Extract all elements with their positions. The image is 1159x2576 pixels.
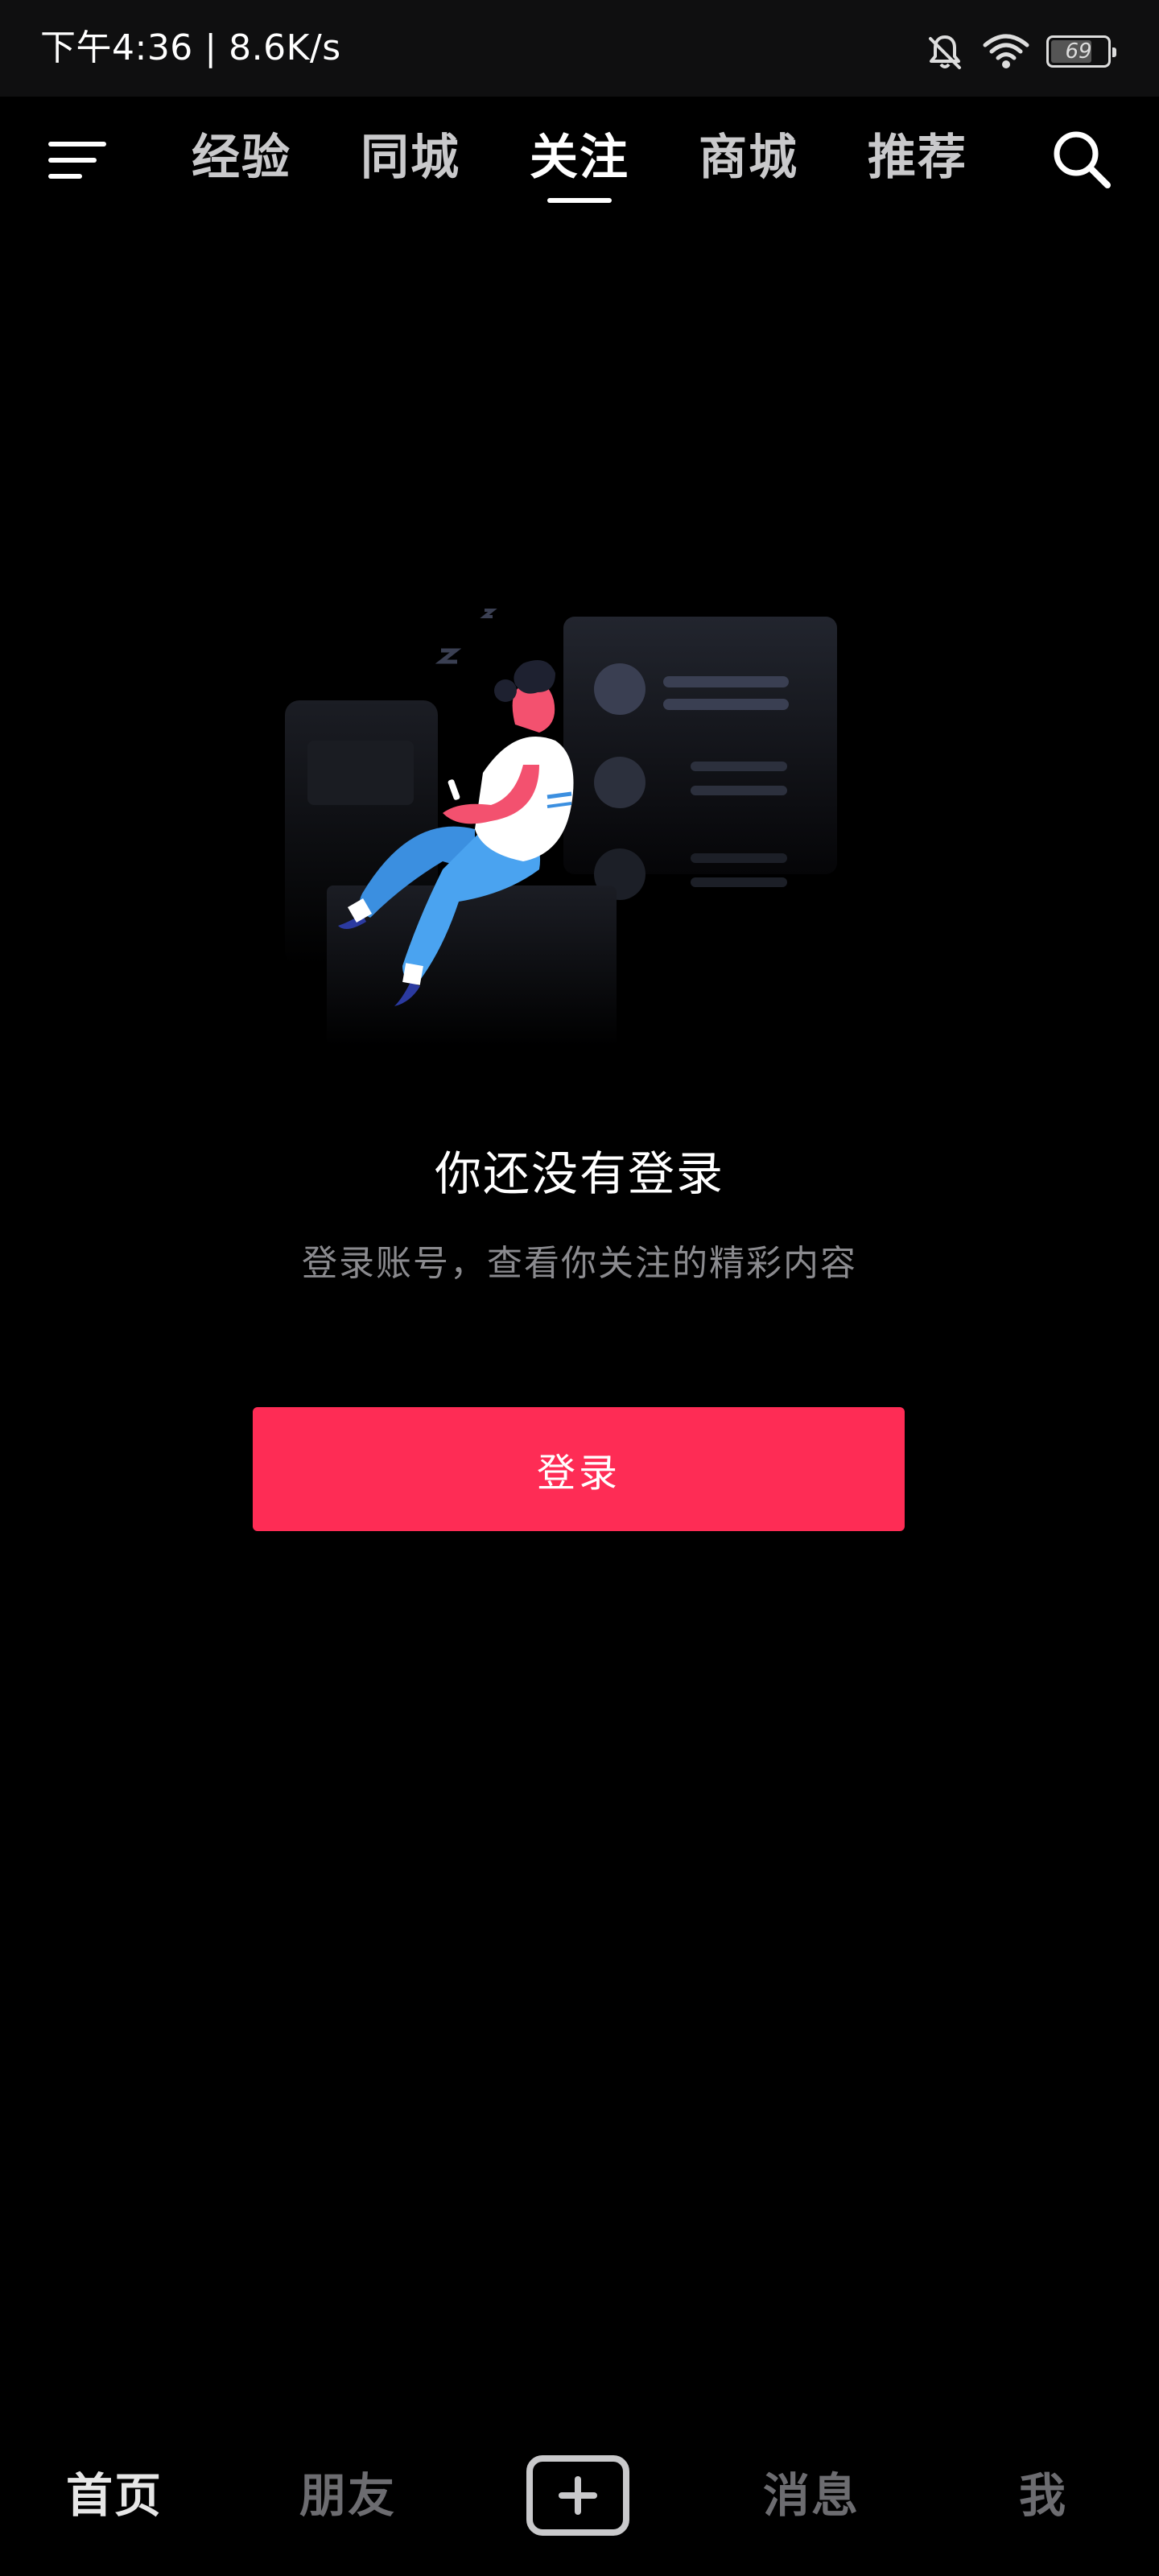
tab-mall[interactable]: 商城: [676, 126, 821, 190]
nav-home[interactable]: 首页: [34, 2463, 195, 2528]
top-nav: 经验 同城 关注 商城 推荐: [0, 97, 1159, 217]
tab-experience[interactable]: 经验: [169, 126, 314, 190]
nav-friends[interactable]: 朋友: [267, 2463, 428, 2528]
tab-recommend[interactable]: 推荐: [845, 126, 990, 190]
status-icons: 69: [924, 27, 1116, 76]
nav-me[interactable]: 我: [963, 2463, 1124, 2528]
empty-state-title: 你还没有登录: [434, 1146, 724, 1201]
empty-state-subtitle: 登录账号，查看你关注的精彩内容: [302, 1243, 857, 1284]
bottom-nav: 首页 朋友 消息 我: [0, 2439, 1159, 2576]
bell-muted-icon: [929, 35, 961, 69]
tab-following[interactable]: 关注: [507, 126, 652, 190]
sleeping-person-illustration: [285, 609, 837, 1046]
battery-level: 69: [1065, 39, 1092, 64]
status-time-speed: 下午4:36 | 8.6K/s: [40, 27, 341, 68]
tab-bar: 经验 同城 关注 商城 推荐: [0, 97, 1159, 217]
tab-local[interactable]: 同城: [338, 126, 483, 190]
nav-messages[interactable]: 消息: [731, 2463, 892, 2528]
create-button[interactable]: [526, 2455, 629, 2536]
status-bar: 下午4:36 | 8.6K/s 69: [0, 0, 1159, 97]
search-icon[interactable]: [1050, 127, 1114, 192]
plus-icon: [559, 2476, 597, 2515]
battery-icon: 69: [1046, 35, 1116, 68]
login-button[interactable]: 登录: [253, 1407, 905, 1531]
wifi-icon: [983, 34, 1029, 68]
active-tab-indicator: [547, 198, 612, 203]
